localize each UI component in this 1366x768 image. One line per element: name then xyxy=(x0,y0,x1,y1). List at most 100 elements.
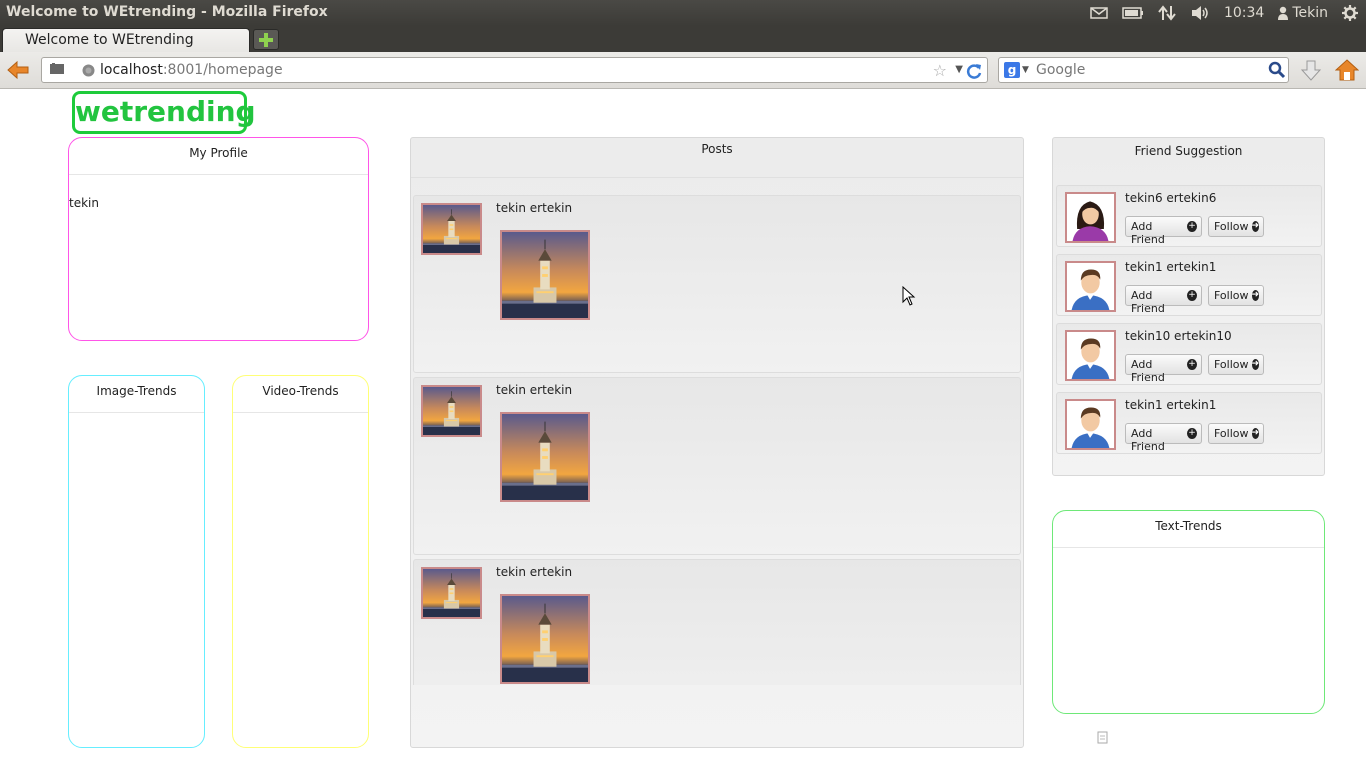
male-avatar-icon[interactable] xyxy=(1065,330,1116,381)
follow-button[interactable]: Follow ➜ xyxy=(1208,423,1264,444)
friend-name[interactable]: tekin10 ertekin10 xyxy=(1125,329,1232,343)
site-identity-icon xyxy=(50,63,64,74)
add-friend-button[interactable]: Add Friend + xyxy=(1125,423,1202,453)
video-trends-panel: Video-Trends xyxy=(232,375,369,748)
plus-circle-icon: + xyxy=(1187,290,1197,301)
broken-image-icon xyxy=(1097,731,1108,744)
search-input[interactable]: Google xyxy=(1036,62,1085,78)
author-thumbnail[interactable] xyxy=(421,203,482,255)
network-icon[interactable] xyxy=(1158,5,1176,21)
add-friend-label: Add Friend xyxy=(1131,289,1165,315)
post-author[interactable]: tekin ertekin xyxy=(496,383,572,397)
globe-icon xyxy=(82,64,95,77)
reload-icon[interactable] xyxy=(965,62,983,80)
search-bar[interactable]: g ▼ Google xyxy=(998,57,1289,83)
profile-username[interactable]: tekin xyxy=(69,196,99,210)
friend-suggestion-item: tekin6 ertekin6 Add Friend + Follow ➜ xyxy=(1056,185,1322,247)
search-icon[interactable] xyxy=(1268,61,1286,79)
posts-list[interactable]: tekin ertekin tekin ertekin tekin erteki… xyxy=(413,195,1021,685)
add-friend-button[interactable]: Add Friend + xyxy=(1125,354,1202,384)
post-author[interactable]: tekin ertekin xyxy=(496,565,572,579)
plus-circle-icon: + xyxy=(1187,428,1197,439)
video-trends-title: Video-Trends xyxy=(233,376,368,413)
mail-icon[interactable] xyxy=(1090,6,1108,20)
mouse-cursor-icon xyxy=(902,286,916,306)
my-profile-panel: My Profile tekin xyxy=(68,137,369,341)
volume-icon[interactable] xyxy=(1190,5,1210,21)
bookmark-star-icon[interactable]: ☆ xyxy=(933,61,947,80)
post-author[interactable]: tekin ertekin xyxy=(496,201,572,215)
author-thumbnail[interactable] xyxy=(421,567,482,619)
post-item: tekin ertekin xyxy=(413,377,1021,555)
google-engine-icon[interactable]: g xyxy=(1004,62,1020,78)
follow-button[interactable]: Follow ➜ xyxy=(1208,216,1264,237)
follow-label: Follow xyxy=(1214,358,1249,371)
engine-dropdown-icon[interactable]: ▼ xyxy=(1022,65,1029,75)
battery-icon[interactable] xyxy=(1122,7,1144,19)
post-image[interactable] xyxy=(500,412,590,502)
download-icon[interactable] xyxy=(1300,60,1322,82)
gear-icon[interactable] xyxy=(1342,5,1358,21)
add-friend-button[interactable]: Add Friend + xyxy=(1125,285,1202,315)
plus-icon xyxy=(259,32,273,47)
post-item: tekin ertekin xyxy=(413,195,1021,373)
navigation-toolbar: localhost:8001/homepage ☆ ▼ g ▼ Google xyxy=(0,52,1366,89)
back-button[interactable] xyxy=(4,58,32,82)
follow-button[interactable]: Follow ➜ xyxy=(1208,285,1264,306)
clock[interactable]: 10:34 xyxy=(1224,5,1264,21)
post-image[interactable] xyxy=(500,594,590,684)
plus-circle-icon: + xyxy=(1187,221,1197,232)
friend-name[interactable]: tekin1 ertekin1 xyxy=(1125,260,1216,274)
friend-suggestion-title: Friend Suggestion xyxy=(1134,144,1243,158)
add-friend-button[interactable]: Add Friend + xyxy=(1125,216,1202,246)
my-profile-title: My Profile xyxy=(69,138,368,175)
posts-panel: Posts tekin ertekin tekin ertekin tekin … xyxy=(410,137,1024,748)
window-titlebar: Welcome to WEtrending - Mozilla Firefox … xyxy=(0,0,1366,26)
tab-strip: Welcome to WEtrending xyxy=(0,26,1366,52)
user-menu[interactable]: Tekin xyxy=(1278,5,1328,21)
history-dropdown-icon[interactable]: ▼ xyxy=(955,64,963,75)
arrow-circle-icon: ➜ xyxy=(1251,221,1260,232)
author-thumbnail[interactable] xyxy=(421,385,482,437)
friend-suggestion-panel: Friend Suggestion tekin6 ertekin6 Add Fr… xyxy=(1052,137,1325,476)
post-image[interactable] xyxy=(500,230,590,320)
arrow-circle-icon: ➜ xyxy=(1251,428,1260,439)
add-friend-label: Add Friend xyxy=(1131,427,1165,453)
window-title: Welcome to WEtrending - Mozilla Firefox xyxy=(6,4,328,20)
site-logo[interactable]: wetrending xyxy=(72,91,256,134)
tab-title: Welcome to WEtrending xyxy=(25,32,194,48)
system-tray: 10:34 Tekin xyxy=(1090,3,1358,23)
back-arrow-icon xyxy=(7,60,29,80)
follow-label: Follow xyxy=(1214,220,1249,233)
arrow-circle-icon: ➜ xyxy=(1251,290,1260,301)
follow-button[interactable]: Follow ➜ xyxy=(1208,354,1264,375)
text-trends-panel: Text-Trends xyxy=(1052,510,1325,714)
url-bar[interactable]: localhost:8001/homepage ☆ ▼ xyxy=(41,57,988,83)
image-trends-title: Image-Trends xyxy=(69,376,204,413)
friend-suggestion-item: tekin1 ertekin1 Add Friend + Follow ➜ xyxy=(1056,392,1322,454)
friend-name[interactable]: tekin1 ertekin1 xyxy=(1125,398,1216,412)
add-friend-label: Add Friend xyxy=(1131,358,1165,384)
posts-title: Posts xyxy=(411,138,1023,178)
url-path: :8001/homepage xyxy=(162,62,283,78)
male-avatar-icon[interactable] xyxy=(1065,399,1116,450)
user-name: Tekin xyxy=(1292,5,1328,21)
follow-label: Follow xyxy=(1214,289,1249,302)
new-tab-button[interactable] xyxy=(253,29,279,50)
user-icon xyxy=(1278,6,1289,20)
friend-suggestion-item: tekin10 ertekin10 Add Friend + Follow ➜ xyxy=(1056,323,1322,385)
add-friend-label: Add Friend xyxy=(1131,220,1165,246)
plus-circle-icon: + xyxy=(1187,359,1197,370)
home-icon[interactable] xyxy=(1335,58,1359,82)
friend-suggestion-item: tekin1 ertekin1 Add Friend + Follow ➜ xyxy=(1056,254,1322,316)
male-avatar-icon[interactable] xyxy=(1065,261,1116,312)
arrow-circle-icon: ➜ xyxy=(1251,359,1260,370)
text-trends-title: Text-Trends xyxy=(1053,511,1324,548)
follow-label: Follow xyxy=(1214,427,1249,440)
image-trends-panel: Image-Trends xyxy=(68,375,205,748)
friend-name[interactable]: tekin6 ertekin6 xyxy=(1125,191,1216,205)
female-avatar-icon[interactable] xyxy=(1065,192,1116,243)
tab-welcome[interactable]: Welcome to WEtrending xyxy=(2,28,250,52)
url-text[interactable]: localhost:8001/homepage xyxy=(100,62,283,78)
url-host: localhost xyxy=(100,62,163,78)
